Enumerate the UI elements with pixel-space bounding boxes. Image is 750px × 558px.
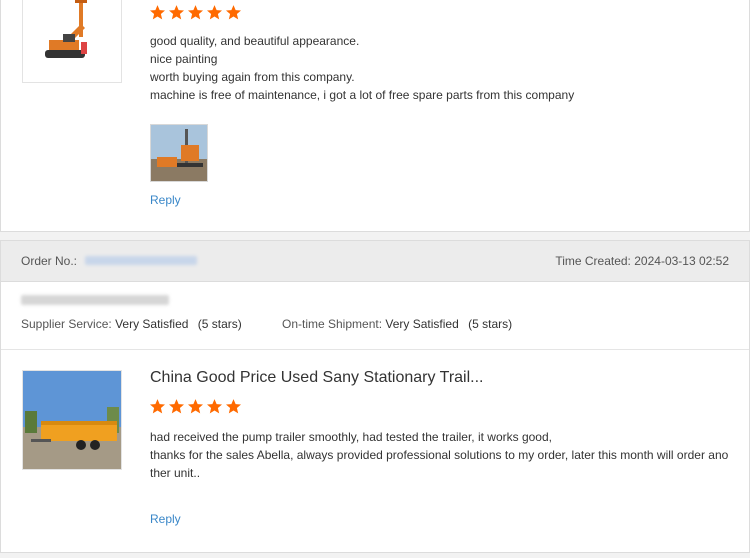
shipment-stars: (5 stars) <box>468 317 513 331</box>
shipment-rating: On-time Shipment: Very Satisfied (5 star… <box>282 317 512 331</box>
review-line: worth buying again from this company. <box>150 70 355 84</box>
rating-stars <box>149 398 242 415</box>
product-thumbnail[interactable] <box>22 0 122 83</box>
time-created-value: 2024-03-13 02:52 <box>634 254 729 268</box>
time-created-label: Time Created: <box>555 254 631 268</box>
star-icon <box>168 399 185 414</box>
review-line: thanks for the sales Abella, always prov… <box>150 448 729 462</box>
review-card: good quality, and beautiful appearance. … <box>0 0 750 232</box>
star-icon <box>206 399 223 414</box>
star-icon <box>225 399 242 414</box>
review-card: Order No.: Time Created: 2024-03-13 02:5… <box>0 240 750 553</box>
review-line: good quality, and beautiful appearance. <box>150 34 360 48</box>
order-number-redacted <box>85 256 197 265</box>
review-line: had received the pump trailer smoothly, … <box>150 430 552 444</box>
star-icon <box>187 5 204 20</box>
star-icon <box>187 399 204 414</box>
product-thumbnail[interactable] <box>22 370 122 470</box>
shipment-value: Very Satisfied <box>385 317 459 331</box>
supplier-service-label: Supplier Service: <box>21 317 112 331</box>
drilling-rig-photo-icon <box>151 125 207 181</box>
rating-stars <box>149 4 242 21</box>
star-icon <box>206 5 223 20</box>
supplier-service-value: Very Satisfied <box>115 317 189 331</box>
star-icon <box>168 5 185 20</box>
reply-link[interactable]: Reply <box>150 193 181 207</box>
time-created: Time Created: 2024-03-13 02:52 <box>555 254 729 268</box>
drilling-rig-icon <box>23 0 121 82</box>
divider <box>1 349 749 350</box>
product-title[interactable]: China Good Price Used Sany Stationary Tr… <box>150 369 484 387</box>
pump-trailer-icon <box>23 371 121 469</box>
star-icon <box>149 5 166 20</box>
order-number-label: Order No.: <box>21 254 78 268</box>
review-line: nice painting <box>150 52 218 66</box>
supplier-service-rating: Supplier Service: Very Satisfied (5 star… <box>21 317 242 331</box>
star-icon <box>225 5 242 20</box>
reply-link[interactable]: Reply <box>150 512 181 526</box>
review-text: good quality, and beautiful appearance. … <box>150 32 574 104</box>
review-text: had received the pump trailer smoothly, … <box>150 428 735 482</box>
review-line: ther unit.. <box>150 466 201 480</box>
supplier-service-stars: (5 stars) <box>197 317 242 331</box>
buyer-name-redacted <box>21 295 169 305</box>
review-line: machine is free of maintenance, i got a … <box>150 88 575 102</box>
review-photo[interactable] <box>150 124 208 182</box>
star-icon <box>149 399 166 414</box>
order-header: Order No.: Time Created: 2024-03-13 02:5… <box>1 241 749 282</box>
shipment-label: On-time Shipment: <box>282 317 383 331</box>
